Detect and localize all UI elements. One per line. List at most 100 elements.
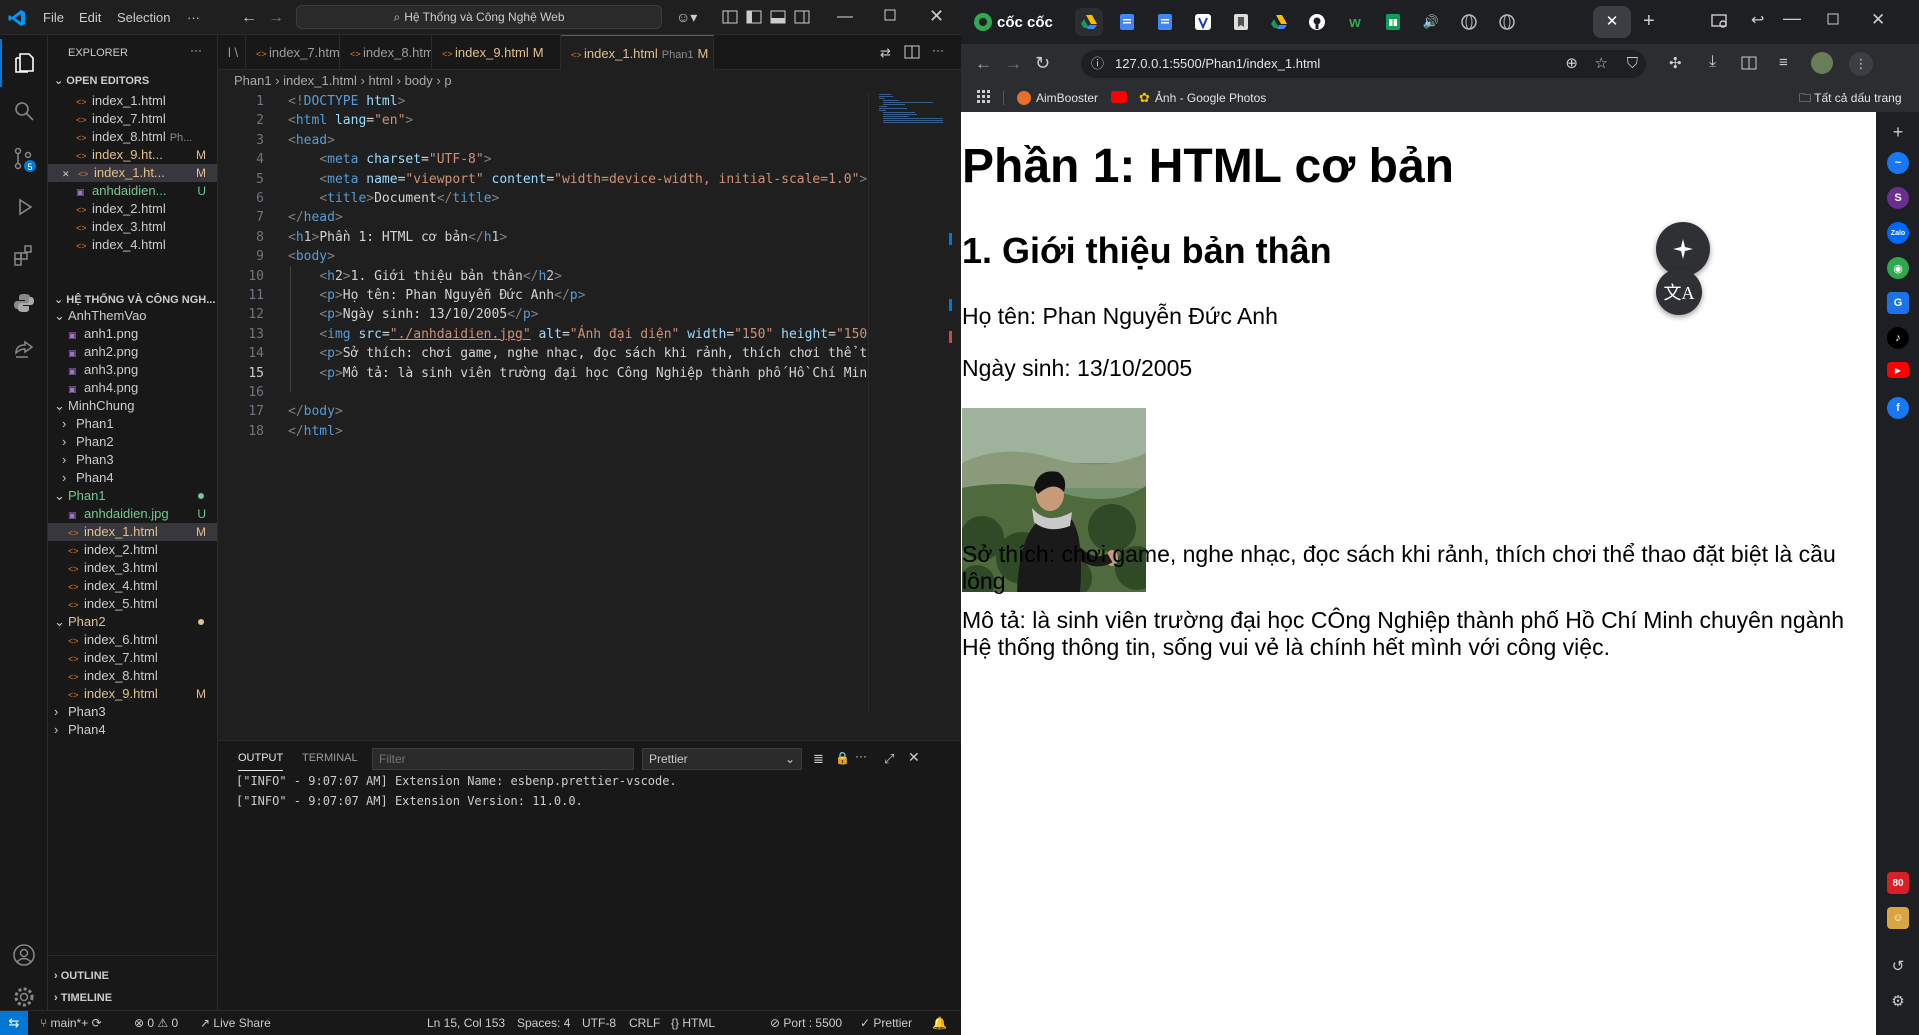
- filter-input[interactable]: [372, 748, 634, 770]
- address-bar[interactable]: ⓘ 127.0.0.1:5500/Phan1/index_1.html ⊕ ☆ …: [1081, 50, 1646, 78]
- remote-icon[interactable]: ⇆: [0, 1011, 28, 1035]
- open-editor-item[interactable]: <> index_1.html: [48, 92, 217, 110]
- tiktok-icon[interactable]: ♪: [1887, 327, 1909, 349]
- editor-tab[interactable]: <> index_8.html: [340, 35, 432, 70]
- minimize-icon[interactable]: —: [837, 8, 853, 26]
- settings-gear-icon[interactable]: ⚙: [1884, 987, 1912, 1015]
- cursor-position[interactable]: Ln 15, Col 153: [427, 1011, 505, 1035]
- outline-header[interactable]: › OUTLINE: [54, 965, 217, 987]
- google-translate-icon[interactable]: G: [1887, 292, 1909, 314]
- tab-google-docs-2[interactable]: [1151, 8, 1179, 36]
- breadcrumb-item[interactable]: p: [444, 73, 451, 88]
- tab-globe-icon[interactable]: [1455, 8, 1483, 36]
- file-item[interactable]: <> index_8.html: [48, 667, 217, 685]
- search-icon[interactable]: [0, 87, 48, 135]
- breadcrumb-item[interactable]: body: [405, 73, 433, 88]
- profile-avatar[interactable]: [1811, 52, 1833, 74]
- game-controller-icon[interactable]: ◉: [1887, 257, 1909, 279]
- live-share-status[interactable]: ↗ Live Share: [200, 1011, 271, 1035]
- layout-toggle-icon[interactable]: [722, 10, 738, 24]
- file-item[interactable]: <> index_5.html: [48, 595, 217, 613]
- breadcrumb-item[interactable]: html: [368, 73, 393, 88]
- close-tab-icon[interactable]: ✕: [1593, 6, 1631, 38]
- back-icon[interactable]: ←: [975, 54, 992, 74]
- open-editor-item[interactable]: <> index_7.html: [48, 110, 217, 128]
- zalo-icon[interactable]: Zalo: [1887, 222, 1909, 244]
- line-ending[interactable]: CRLF: [629, 1011, 660, 1035]
- folder-item[interactable]: ⌄ Phan2: [48, 613, 217, 631]
- screenshot-icon[interactable]: [1711, 13, 1729, 29]
- tab-globe-icon-2[interactable]: [1493, 8, 1521, 36]
- tab-site-v[interactable]: [1189, 8, 1217, 36]
- explorer-icon[interactable]: [0, 39, 48, 87]
- tab-google-drive[interactable]: [1075, 8, 1103, 36]
- command-center[interactable]: ⌕ Hệ Thống và Công Nghệ Web: [296, 5, 662, 29]
- tab-google-sheets[interactable]: [1379, 8, 1407, 36]
- tab-google-docs[interactable]: [1113, 8, 1141, 36]
- branch-status[interactable]: ⑂ main*+ ⟳: [40, 1011, 102, 1035]
- close-window-icon[interactable]: ✕: [1871, 10, 1885, 30]
- menu-more[interactable]: ···: [181, 0, 206, 35]
- folder-item[interactable]: › Phan3: [48, 451, 217, 469]
- tab-output[interactable]: OUTPUT: [238, 745, 284, 771]
- breadcrumb-item[interactable]: index_1.html: [283, 73, 357, 88]
- youtube-icon[interactable]: ▶: [1887, 362, 1909, 378]
- profile-app-icon[interactable]: ☺: [1887, 907, 1909, 929]
- live-share-icon[interactable]: [0, 327, 48, 375]
- menu-edit[interactable]: Edit: [73, 0, 107, 35]
- file-item[interactable]: <> index_4.html: [48, 577, 217, 595]
- code-editor[interactable]: 1 <!DOCTYPE html> 2 <html lang="en"> 3 <head>…: [218, 92, 868, 712]
- apps-grid-icon[interactable]: [977, 90, 991, 104]
- menu-selection[interactable]: Selection: [111, 0, 176, 35]
- panel-more-icon[interactable]: ···: [855, 749, 867, 763]
- editor-tab[interactable]: <> index_7.html: [246, 35, 340, 70]
- tab-w-site[interactable]: w: [1341, 8, 1369, 36]
- minimize-icon[interactable]: —: [1783, 8, 1801, 29]
- file-item[interactable]: ▣ anh1.png: [48, 325, 217, 343]
- folder-item[interactable]: › Phan2: [48, 433, 217, 451]
- zoom-icon[interactable]: ⊕: [1565, 50, 1578, 78]
- bookmark-google-photos[interactable]: ✿ Ảnh - Google Photos: [1139, 84, 1266, 112]
- file-item[interactable]: <> index_1.html M: [48, 523, 217, 541]
- more-actions-icon[interactable]: ···: [190, 43, 202, 57]
- menu-icon[interactable]: ⋮: [1849, 52, 1873, 76]
- open-changes-icon[interactable]: ⇄: [880, 45, 891, 61]
- badge-80[interactable]: 80: [1887, 872, 1909, 894]
- file-item[interactable]: <> index_3.html: [48, 559, 217, 577]
- maximize-panel-icon[interactable]: ⤢: [884, 751, 894, 767]
- output-channel-select[interactable]: Prettier ⌄: [642, 748, 802, 770]
- source-control-icon[interactable]: 5: [0, 135, 48, 183]
- tab-google-drive-2[interactable]: [1265, 8, 1293, 36]
- close-window-icon[interactable]: ✕: [929, 6, 944, 27]
- encoding[interactable]: UTF-8: [582, 1011, 616, 1035]
- extensions-puzzle-icon[interactable]: ✣: [1669, 54, 1682, 72]
- folder-item[interactable]: › Phan4: [48, 721, 217, 739]
- run-debug-icon[interactable]: [0, 183, 48, 231]
- close-panel-icon[interactable]: ✕: [908, 749, 920, 766]
- editor-tab[interactable]: <> index_1.html Phan1 M: [561, 35, 714, 70]
- editor-tab[interactable]: l \: [218, 35, 246, 70]
- file-item[interactable]: <> index_7.html: [48, 649, 217, 667]
- open-editors-header[interactable]: ⌄ OPEN EDITORS: [54, 70, 217, 92]
- media-icon[interactable]: ≡: [1779, 54, 1788, 71]
- folder-item[interactable]: ⌄ Phan1: [48, 487, 217, 505]
- folder-item[interactable]: › Phan4: [48, 469, 217, 487]
- open-editor-item[interactable]: <> index_3.html: [48, 218, 217, 236]
- language-mode[interactable]: {} HTML: [671, 1011, 715, 1035]
- toggle-sidebar-icon[interactable]: [746, 10, 762, 24]
- maximize-icon[interactable]: [884, 9, 896, 21]
- tab-audio-icon[interactable]: 🔊: [1417, 8, 1445, 36]
- facebook-icon[interactable]: f: [1887, 397, 1909, 419]
- maximize-icon[interactable]: [1827, 13, 1839, 25]
- editor-tab[interactable]: <> index_9.html M: [432, 35, 561, 70]
- indentation[interactable]: Spaces: 4: [517, 1011, 570, 1035]
- clear-output-icon[interactable]: ≣: [813, 751, 824, 767]
- copilot-icon[interactable]: ☺▾: [676, 9, 697, 26]
- skype-s-icon[interactable]: S: [1887, 187, 1909, 209]
- translate-button[interactable]: 文A: [1656, 269, 1702, 315]
- close-icon[interactable]: ✕: [62, 165, 76, 182]
- breadcrumb-item[interactable]: Phan1: [234, 73, 272, 88]
- forward-icon[interactable]: →: [1005, 54, 1022, 74]
- youtube-icon[interactable]: [1111, 91, 1127, 103]
- problems-status[interactable]: ⊗ 0 ⚠ 0: [134, 1011, 178, 1035]
